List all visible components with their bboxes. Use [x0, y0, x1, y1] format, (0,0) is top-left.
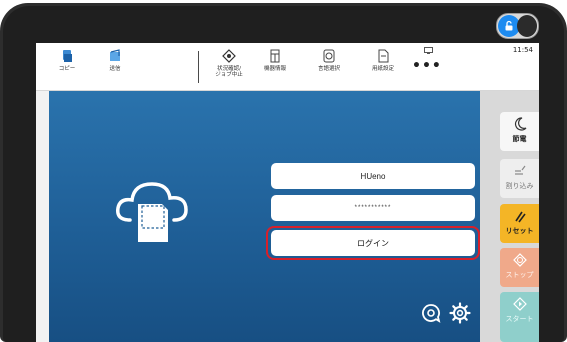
lock-toggle[interactable] — [496, 13, 539, 39]
copy-icon — [63, 50, 72, 62]
stop-label: ストップ — [505, 271, 534, 279]
reset-icon — [514, 211, 526, 223]
more-button[interactable]: ••• — [412, 58, 442, 74]
paper-settings-icon — [378, 49, 389, 63]
paper-settings-button[interactable]: 用紙設定 — [360, 49, 406, 87]
password-field[interactable]: *********** — [271, 195, 475, 221]
sleep-button[interactable]: 節電 — [500, 112, 539, 151]
language-button[interactable]: 言語選択 — [306, 49, 352, 87]
device-info-label: 機器情報 — [263, 66, 286, 72]
interrupt-button[interactable]: 割り込み — [500, 159, 539, 198]
start-button[interactable]: スタート — [500, 292, 539, 342]
login-button[interactable]: ログイン — [271, 230, 475, 256]
start-label: スタート — [505, 315, 534, 323]
help-chat-icon[interactable] — [421, 303, 441, 323]
message-icon — [424, 47, 433, 54]
stop-icon — [512, 253, 527, 267]
reset-label: リセット — [505, 227, 534, 235]
clock: 11:54 — [512, 46, 533, 54]
send-button[interactable]: 送信 — [92, 49, 138, 87]
status-check-label: 状況確認/ ジョブ中止 — [215, 66, 243, 78]
paper-settings-label: 用紙設定 — [371, 66, 394, 72]
sleep-label: 節電 — [512, 135, 527, 143]
username-field[interactable]: HUeno — [271, 163, 475, 189]
language-label: 言語選択 — [317, 66, 340, 72]
hardware-key-panel: 節電 割り込み リセット ストップ スタート — [480, 91, 539, 342]
send-label: 送信 — [109, 66, 121, 72]
toolbar-divider — [198, 51, 199, 83]
device-info-button[interactable]: 機器情報 — [252, 49, 298, 87]
device-info-icon — [270, 49, 280, 63]
top-toolbar: コピー 送信 状況確認/ ジョブ中止 機器情報 言語選択 用紙設定 ••• 11… — [36, 43, 539, 91]
copy-label: コピー — [58, 66, 76, 72]
gear-icon[interactable] — [449, 302, 471, 324]
cloud-document-icon — [116, 182, 188, 242]
language-icon — [323, 49, 335, 63]
toggle-knob — [517, 15, 537, 37]
copy-button[interactable]: コピー — [44, 49, 90, 87]
status-check-icon — [222, 49, 236, 63]
send-icon — [110, 49, 120, 61]
interrupt-icon — [514, 165, 525, 175]
moon-icon — [514, 117, 526, 131]
start-icon — [512, 297, 527, 311]
interrupt-label: 割り込み — [505, 182, 534, 190]
reset-button[interactable]: リセット — [500, 204, 539, 243]
touch-screen: コピー 送信 状況確認/ ジョブ中止 機器情報 言語選択 用紙設定 ••• 11… — [36, 43, 539, 342]
login-panel: HUeno *********** ログイン — [49, 91, 480, 342]
stop-button[interactable]: ストップ — [500, 248, 539, 287]
status-check-button[interactable]: 状況確認/ ジョブ中止 — [206, 49, 252, 87]
